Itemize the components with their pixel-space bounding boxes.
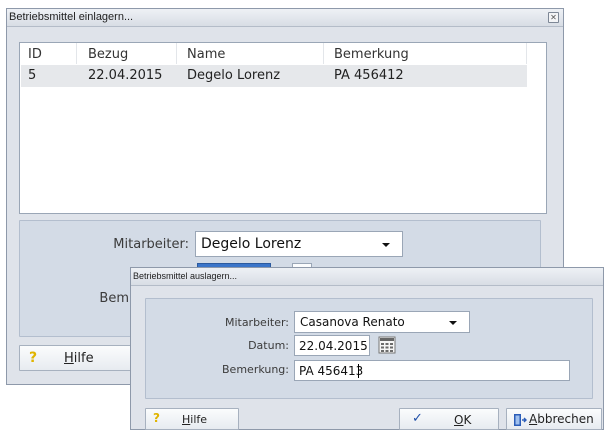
column-header-id[interactable]: ID	[28, 47, 42, 62]
help-button[interactable]: ? Hilfe	[145, 408, 239, 430]
front-dialog: Betriebsmittel auslagern... Mitarbeiter:…	[130, 267, 604, 430]
betriebsmittel-list[interactable]: ID Bezug Name Bemerkung 5 22.04.2015 Deg…	[19, 42, 547, 214]
calendar-icon[interactable]	[378, 336, 396, 354]
mitarbeiter-value: Casanova Renato	[300, 315, 405, 329]
bemerkung-label: Bemerkung:	[222, 363, 289, 376]
table-row[interactable]: 5 22.04.2015 Degelo Lorenz PA 456412	[21, 65, 527, 87]
help-icon: ?	[29, 350, 38, 366]
mitarbeiter-select[interactable]: Casanova Renato	[294, 311, 470, 333]
bemerkung-value: PA 456413	[299, 364, 364, 378]
column-separator[interactable]	[526, 43, 527, 64]
cancel-button[interactable]: Abbrechen	[506, 408, 602, 430]
help-label: Hilfe	[182, 413, 208, 426]
back-window-title: Betriebsmittel einlagern...	[9, 11, 134, 23]
datum-value: 22.04.2015	[299, 339, 368, 353]
checkmark-icon: ✓	[412, 411, 423, 426]
chevron-down-icon	[382, 243, 390, 247]
cell-name: Degelo Lorenz	[187, 68, 281, 83]
column-separator[interactable]	[323, 43, 324, 64]
mitarbeiter-label: Mitarbeiter:	[224, 316, 289, 329]
front-window-title: Betriebsmittel auslagern...	[133, 271, 238, 281]
bemerkung-input[interactable]: PA 456413	[294, 360, 570, 381]
column-header-bemerkung[interactable]: Bemerkung	[334, 47, 409, 62]
column-separator[interactable]	[76, 43, 77, 64]
column-header-name[interactable]: Name	[187, 47, 225, 62]
column-header-bezug[interactable]: Bezug	[88, 47, 128, 62]
help-icon: ?	[153, 411, 160, 425]
mitarbeiter-select[interactable]: Degelo Lorenz	[195, 231, 403, 257]
help-label: Hilfe	[64, 351, 94, 366]
column-separator[interactable]	[176, 43, 177, 64]
cancel-label: Abbrechen	[529, 412, 594, 426]
text-cursor	[358, 364, 359, 378]
chevron-down-icon	[449, 321, 457, 325]
mitarbeiter-label: Mitarbeiter:	[113, 237, 189, 252]
mitarbeiter-value: Degelo Lorenz	[201, 236, 302, 252]
cell-id: 5	[28, 68, 37, 83]
ok-button[interactable]: ✓ OK	[399, 408, 499, 430]
help-button[interactable]: ? Hilfe	[19, 345, 131, 371]
exit-door-icon	[514, 414, 527, 426]
list-header: ID Bezug Name Bemerkung	[20, 43, 546, 64]
ok-label: OK	[454, 413, 472, 427]
datum-label: Datum:	[248, 339, 289, 352]
cell-bemerkung: PA 456412	[334, 68, 404, 83]
front-title-bar[interactable]: Betriebsmittel auslagern...	[131, 268, 603, 286]
datum-input[interactable]: 22.04.2015	[294, 335, 370, 356]
cell-bezug: 22.04.2015	[88, 68, 163, 83]
back-title-bar[interactable]: Betriebsmittel einlagern... ✕	[7, 9, 563, 27]
bemerkung-label: Bem	[99, 291, 129, 306]
close-icon[interactable]: ✕	[548, 12, 559, 23]
